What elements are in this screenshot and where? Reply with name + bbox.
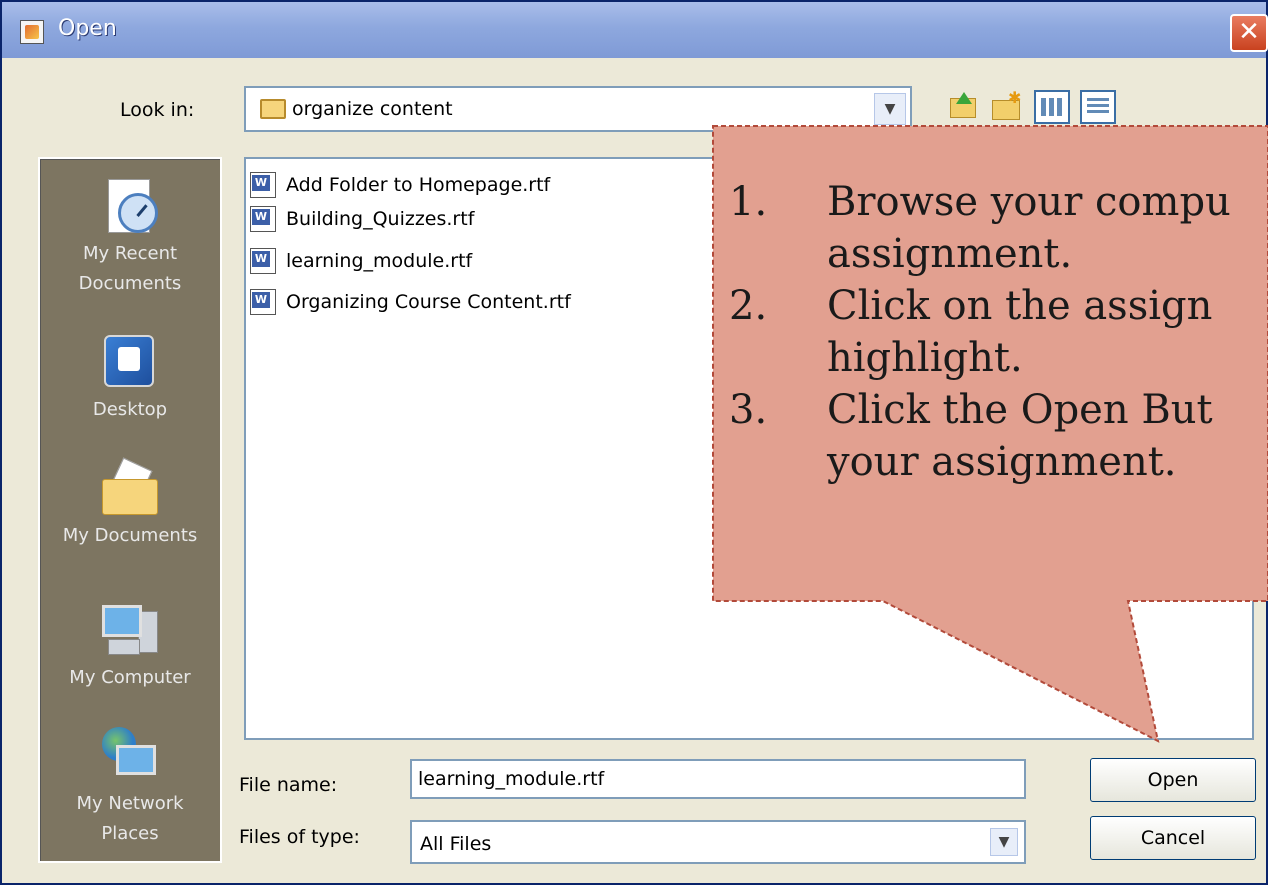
file-name: Building_Quizzes.rtf: [286, 208, 475, 230]
place-label: My Recent Documents: [78, 243, 182, 294]
rtf-file-icon: [250, 172, 276, 198]
file-name: Organizing Course Content.rtf: [286, 291, 571, 313]
list-item[interactable]: Organizing Course Content.rtf: [250, 286, 571, 318]
place-label: My Network Places: [76, 793, 184, 844]
look-in-value: organize content: [292, 98, 453, 120]
place-label: Desktop: [92, 399, 168, 420]
place-my-computer[interactable]: My Computer: [40, 599, 220, 693]
close-icon[interactable]: ✕: [1230, 14, 1268, 52]
details-view-icon[interactable]: [1080, 90, 1116, 124]
look-in-combobox[interactable]: organize content ▼: [244, 86, 912, 132]
cancel-button[interactable]: Cancel: [1090, 816, 1256, 860]
rtf-file-icon: [250, 206, 276, 232]
network-places-icon: [98, 725, 162, 789]
places-bar: My Recent Documents Desktop My Documents …: [38, 157, 222, 863]
list-item[interactable]: learning_module.rtf: [250, 245, 472, 277]
rtf-file-icon: [250, 248, 276, 274]
up-one-level-icon[interactable]: [944, 90, 980, 124]
place-label: My Computer: [69, 667, 191, 688]
new-folder-icon[interactable]: [988, 88, 1024, 124]
title-bar[interactable]: Open: [2, 2, 1266, 58]
rtf-file-icon: [250, 289, 276, 315]
file-name-label: File name:: [239, 774, 338, 796]
files-of-type-combobox[interactable]: All Files ▼: [410, 820, 1026, 864]
callout-text: 1. Browse your compu assignment. 2. Clic…: [729, 176, 1268, 488]
desktop-icon: [98, 331, 162, 395]
callout-step: 3. Click the Open But your assignment.: [729, 387, 1213, 485]
files-of-type-label: Files of type:: [239, 826, 360, 848]
open-button[interactable]: Open: [1090, 758, 1256, 802]
file-name: learning_module.rtf: [286, 250, 473, 272]
java-app-icon: [20, 20, 44, 44]
file-name-input[interactable]: [410, 759, 1026, 799]
file-name: Add Folder to Homepage.rtf: [286, 174, 551, 196]
callout-step: 1. Browse your compu assignment.: [729, 179, 1231, 277]
place-my-documents[interactable]: My Documents: [40, 457, 220, 551]
place-desktop[interactable]: Desktop: [40, 331, 220, 425]
my-documents-icon: [98, 457, 162, 521]
place-label: My Documents: [62, 525, 198, 546]
my-computer-icon: [98, 599, 162, 663]
dialog-title: Open: [58, 16, 117, 41]
list-item[interactable]: Building_Quizzes.rtf: [250, 203, 474, 235]
chevron-down-icon[interactable]: ▼: [874, 93, 906, 125]
list-item[interactable]: Add Folder to Homepage.rtf: [250, 169, 550, 201]
callout-step: 2. Click on the assign highlight.: [729, 283, 1213, 381]
place-my-network-places[interactable]: My Network Places: [40, 725, 220, 849]
look-in-label: Look in:: [120, 99, 195, 121]
folder-icon: [260, 99, 286, 119]
list-view-icon[interactable]: [1034, 90, 1070, 124]
place-my-recent-documents[interactable]: My Recent Documents: [40, 175, 220, 299]
files-of-type-value: All Files: [420, 833, 492, 855]
chevron-down-icon[interactable]: ▼: [990, 828, 1018, 856]
recent-documents-icon: [98, 175, 162, 239]
